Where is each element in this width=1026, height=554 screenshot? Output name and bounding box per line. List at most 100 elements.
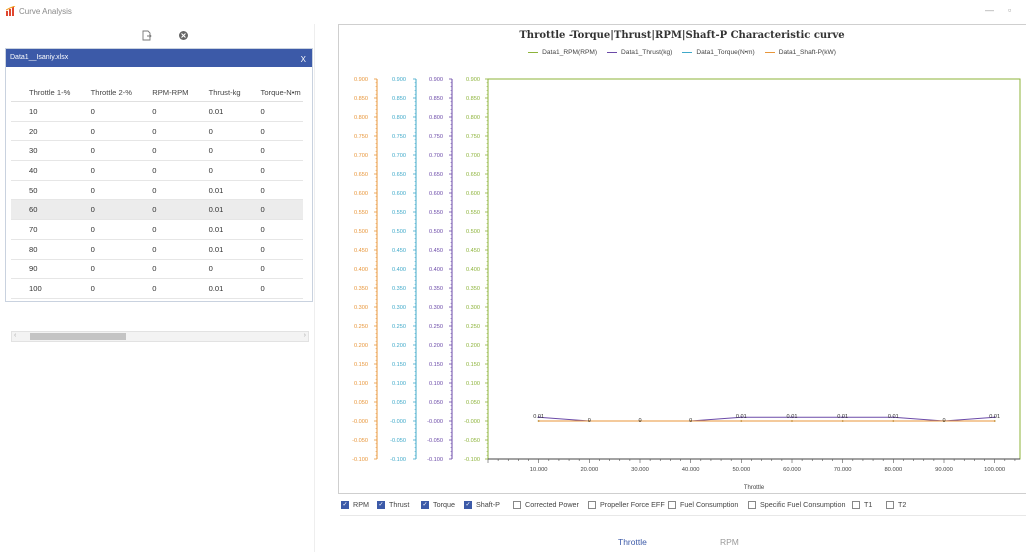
y-tick-label: 0.750 xyxy=(392,134,406,140)
y-tick-label: 0.800 xyxy=(354,115,368,121)
y-tick-label: 0.800 xyxy=(466,115,480,121)
checkbox-empty-icon[interactable] xyxy=(513,500,521,509)
y-tick-label: 0.500 xyxy=(392,229,406,235)
y-tick-label: -0.000 xyxy=(464,419,480,425)
tab-throttle[interactable]: Throttle xyxy=(618,537,647,547)
y-tick-label: 0.700 xyxy=(392,153,406,159)
y-tick-label: 0.550 xyxy=(429,210,443,216)
y-tick-label: 0.300 xyxy=(429,305,443,311)
y-tick-label: 0.650 xyxy=(466,172,480,178)
data-label: 0.01 xyxy=(736,414,747,420)
series-checkbox[interactable]: T1 xyxy=(852,500,872,509)
series-checkbox[interactable]: Corrected Power xyxy=(513,500,579,509)
series-checkbox[interactable]: ✓ Thrust xyxy=(377,500,409,509)
y-tick-label: 0.150 xyxy=(429,362,443,368)
y-tick-label: 0.300 xyxy=(392,305,406,311)
y-tick-label: 0.600 xyxy=(354,191,368,197)
y-tick-label: 0.250 xyxy=(466,324,480,330)
y-tick-label: 0.150 xyxy=(354,362,368,368)
series-checkbox[interactable]: ✓ Torque xyxy=(421,500,455,509)
y-tick-label: 0.450 xyxy=(392,248,406,254)
y-tick-label: -0.100 xyxy=(352,457,368,463)
checkbox-checked-icon[interactable]: ✓ xyxy=(464,500,472,509)
y-tick-label: 0.400 xyxy=(466,267,480,273)
checkbox-checked-icon[interactable]: ✓ xyxy=(421,500,429,509)
x-tick-label: 40.000 xyxy=(682,467,700,473)
y-tick-label: 0.200 xyxy=(392,343,406,349)
y-tick-label: 0.850 xyxy=(392,96,406,102)
checkbox-checked-icon[interactable]: ✓ xyxy=(377,500,385,509)
series-point xyxy=(537,420,540,422)
series-checkbox[interactable]: Specific Fuel Consumption xyxy=(748,500,846,509)
y-tick-label: -0.050 xyxy=(352,438,368,444)
checkbox-empty-icon[interactable] xyxy=(852,500,860,509)
y-tick-label: 0.900 xyxy=(354,77,368,83)
series-checkbox[interactable]: Fuel Consumption xyxy=(668,500,738,509)
data-label: 0.01 xyxy=(533,414,544,420)
checkbox-label: Shaft-P xyxy=(476,500,500,509)
y-tick-label: 0.450 xyxy=(429,248,443,254)
checkbox-label: T2 xyxy=(898,500,907,509)
x-tick-label: 80.000 xyxy=(884,467,902,473)
checkbox-empty-icon[interactable] xyxy=(668,500,676,509)
checkbox-empty-icon[interactable] xyxy=(588,500,596,509)
series-line xyxy=(538,416,995,422)
series-point xyxy=(841,420,844,422)
y-tick-label: -0.100 xyxy=(464,457,480,463)
y-tick-label: 0.250 xyxy=(354,324,368,330)
x-tick-label: 30.000 xyxy=(631,467,649,473)
plot-area-border xyxy=(487,78,1021,460)
x-tick-label: 100.000 xyxy=(984,467,1005,473)
y-tick-label: 0.400 xyxy=(392,267,406,273)
data-label: 0 xyxy=(638,418,641,424)
y-tick-label: -0.100 xyxy=(390,457,406,463)
y-tick-label: 0.200 xyxy=(466,343,480,349)
y-tick-label: 0.400 xyxy=(354,267,368,273)
tab-rpm[interactable]: RPM xyxy=(720,537,739,547)
checkbox-checked-icon[interactable]: ✓ xyxy=(341,500,349,509)
series-checkbox[interactable]: T2 xyxy=(886,500,906,509)
checkbox-empty-icon[interactable] xyxy=(748,500,756,509)
checkbox-label: Specific Fuel Consumption xyxy=(760,500,846,509)
data-label: 0.01 xyxy=(888,414,899,420)
y-tick-label: 0.900 xyxy=(466,77,480,83)
series-point xyxy=(740,420,743,422)
y-tick-label: 0.900 xyxy=(392,77,406,83)
y-tick-label: -0.100 xyxy=(427,457,443,463)
y-tick-label: 0.750 xyxy=(354,134,368,140)
data-label: 0.01 xyxy=(787,414,798,420)
y-tick-label: 0.150 xyxy=(392,362,406,368)
checkbox-label: Thrust xyxy=(389,500,410,509)
series-checkbox[interactable]: ✓ RPM xyxy=(341,500,369,509)
series-checkbox-bar: ✓ RPM ✓ Thrust ✓ Torque ✓ Shaft-P Corrected Powe… xyxy=(341,500,1026,512)
checkbox-label: Torque xyxy=(433,500,455,509)
series-checkbox[interactable]: Propeller Force EFF xyxy=(588,500,665,509)
y-tick-label: -0.050 xyxy=(427,438,443,444)
y-tick-label: 0.050 xyxy=(392,400,406,406)
y-tick-label: 0.250 xyxy=(429,324,443,330)
y-tick-label: 0.650 xyxy=(429,172,443,178)
checkbox-empty-icon[interactable] xyxy=(886,500,894,509)
y-tick-label: 0.600 xyxy=(429,191,443,197)
y-tick-label: 0.350 xyxy=(429,286,443,292)
x-axis-title: Throttle xyxy=(744,485,765,491)
x-tick-label: 20.000 xyxy=(580,467,598,473)
y-tick-label: -0.000 xyxy=(427,419,443,425)
x-tick-label: 10.000 xyxy=(530,467,548,473)
y-tick-label: 0.400 xyxy=(429,267,443,273)
y-tick-label: 0.650 xyxy=(392,172,406,178)
y-tick-label: 0.550 xyxy=(466,210,480,216)
y-tick-label: 0.850 xyxy=(466,96,480,102)
series-checkbox[interactable]: ✓ Shaft-P xyxy=(464,500,500,509)
y-tick-label: 0.050 xyxy=(429,400,443,406)
y-tick-label: 0.850 xyxy=(429,96,443,102)
y-tick-label: 0.700 xyxy=(429,153,443,159)
data-label: 0.01 xyxy=(989,414,1000,420)
y-tick-label: 0.100 xyxy=(466,381,480,387)
x-tick-label: 60.000 xyxy=(783,467,801,473)
y-tick-label: 0.150 xyxy=(466,362,480,368)
checkbox-label: Corrected Power xyxy=(525,500,579,509)
y-tick-label: 0.250 xyxy=(392,324,406,330)
data-label: 0.01 xyxy=(837,414,848,420)
y-tick-label: 0.600 xyxy=(466,191,480,197)
